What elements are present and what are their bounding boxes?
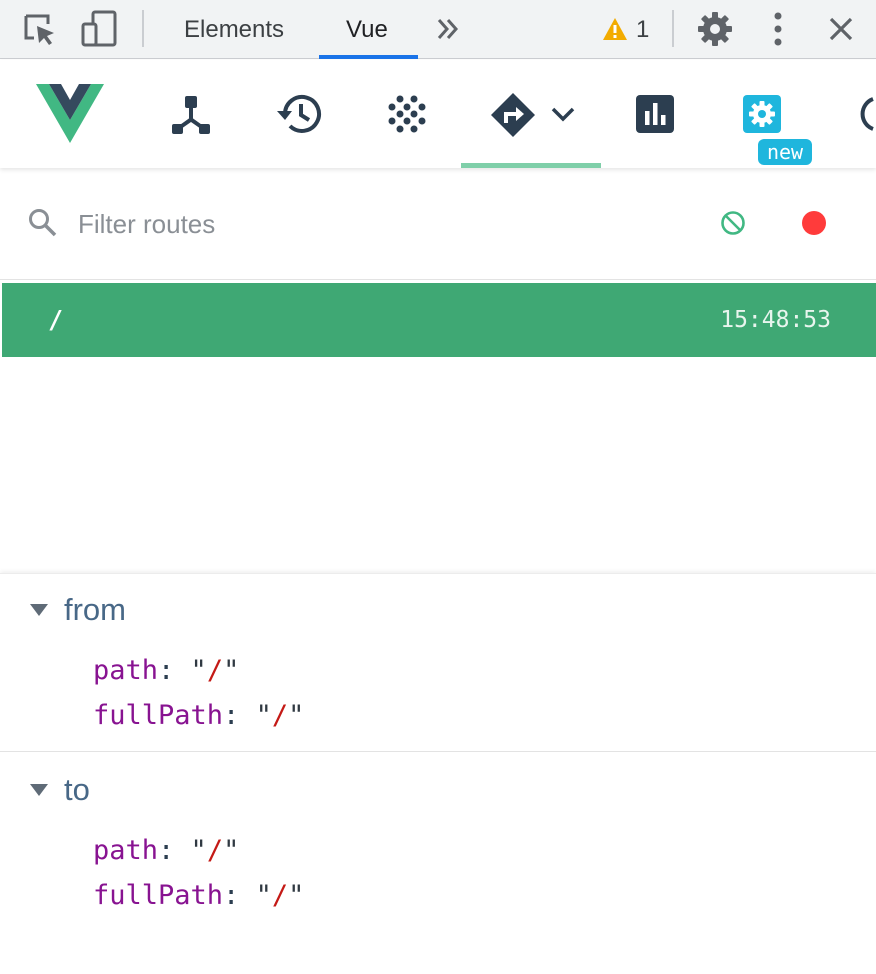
gear-icon[interactable] [743, 95, 781, 133]
devtools-toolbar: Elements Vue 1 [0, 0, 876, 59]
toolbar-divider [672, 10, 674, 47]
property-row: path: "/" [93, 835, 240, 866]
device-toggle-icon[interactable] [80, 10, 118, 48]
route-filter-bar [0, 170, 876, 280]
more-tabs-icon[interactable] [436, 17, 460, 41]
warning-count[interactable]: 1 [636, 0, 649, 59]
clock-icon[interactable] [852, 95, 876, 133]
vue-logo-icon [36, 84, 104, 144]
property-row: fullPath: "/" [93, 880, 305, 911]
route-sign-icon[interactable] [490, 92, 536, 138]
component-tree-icon[interactable] [171, 95, 211, 135]
more-options-icon[interactable] [770, 12, 786, 46]
tab-vue[interactable]: Vue [346, 0, 388, 59]
settings-icon[interactable] [697, 11, 733, 47]
filter-routes-input[interactable] [76, 200, 640, 248]
chevron-down-icon[interactable] [551, 106, 575, 122]
from-section-toggle[interactable]: from [30, 590, 126, 630]
property-row: fullPath: "/" [93, 700, 305, 731]
property-row: path: "/" [93, 655, 240, 686]
toolbar-divider [142, 10, 144, 47]
search-icon [28, 208, 58, 238]
dots-grid-icon[interactable] [388, 95, 426, 133]
expand-arrow-icon[interactable] [30, 604, 48, 616]
route-timestamp: 15:48:53 [720, 307, 831, 333]
property-value: / [271, 700, 289, 731]
active-tool-indicator [461, 163, 601, 168]
to-section-toggle[interactable]: to [30, 770, 90, 810]
property-key: path [93, 655, 159, 686]
route-path: / [48, 305, 64, 334]
expand-arrow-icon[interactable] [30, 784, 48, 796]
route-detail-pane: from path: "/" fullPath: "/" to path: "/… [0, 573, 876, 974]
section-divider [0, 751, 876, 752]
active-tab-indicator [319, 55, 418, 59]
new-badge: new [758, 139, 812, 165]
tab-elements[interactable]: Elements [184, 0, 284, 59]
section-title: to [64, 772, 90, 807]
property-value: / [271, 880, 289, 911]
warning-icon[interactable] [602, 17, 628, 41]
route-list-item[interactable]: / 15:48:53 [2, 283, 876, 357]
bar-chart-icon[interactable] [636, 95, 674, 133]
inspect-element-icon[interactable] [22, 12, 58, 48]
clear-history-icon[interactable] [720, 210, 746, 236]
property-value: / [206, 835, 224, 866]
vue-devtools-toolbar: new [0, 60, 876, 168]
property-value: / [206, 655, 224, 686]
close-icon[interactable] [828, 16, 854, 42]
recording-toggle-icon[interactable] [801, 210, 827, 236]
history-icon[interactable] [276, 93, 322, 135]
property-key: fullPath [93, 700, 224, 731]
property-key: fullPath [93, 880, 224, 911]
section-title: from [64, 592, 126, 627]
property-key: path [93, 835, 159, 866]
